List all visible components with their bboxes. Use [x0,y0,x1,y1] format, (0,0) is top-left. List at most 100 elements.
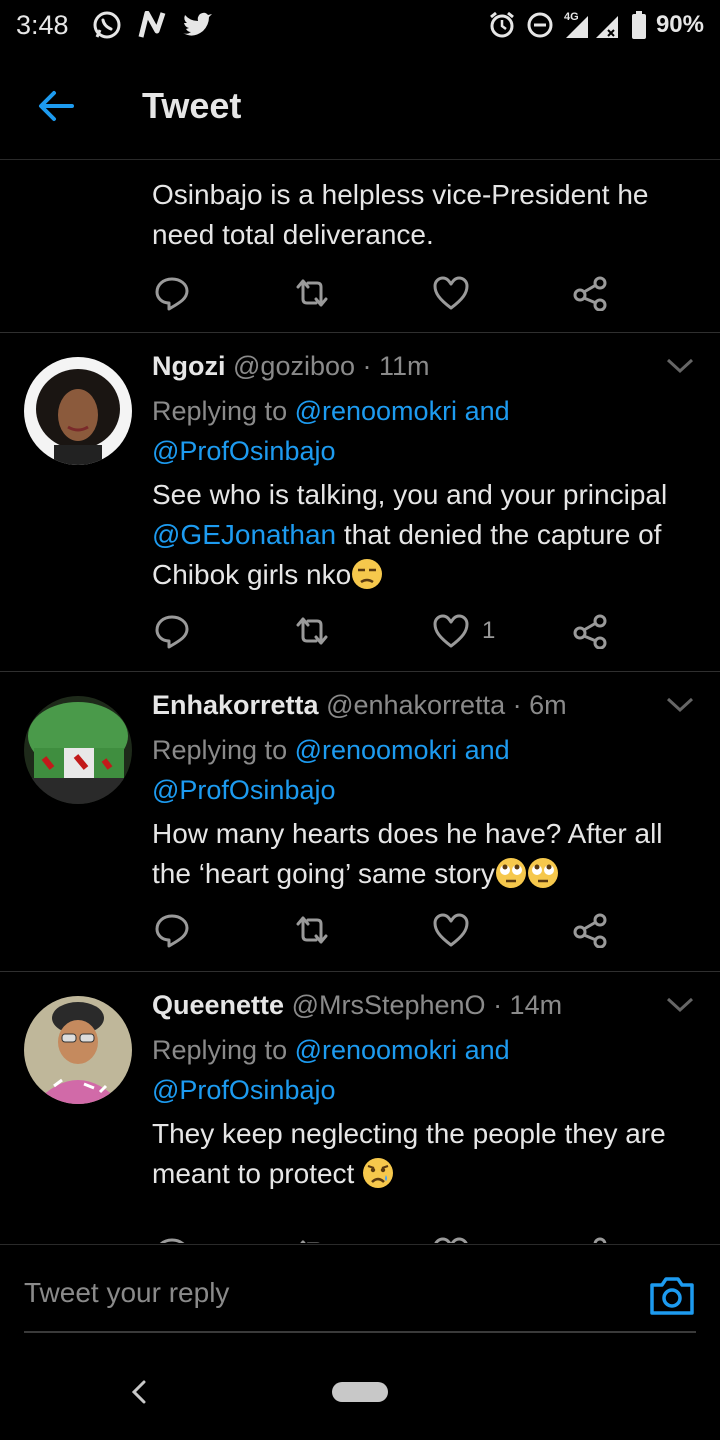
mention-link[interactable]: @GEJonathan [152,519,336,550]
mention-link[interactable]: @renoomokri [295,735,457,765]
replying-to: Replying to @renoomokri and @ProfOsinbaj… [152,735,510,805]
retweet-icon [300,1240,320,1243]
retweet-button[interactable] [292,1234,432,1243]
share-icon [573,614,607,649]
retweet-icon [296,617,328,645]
share-button[interactable] [572,912,632,948]
reply-icon [155,277,189,311]
more-options-button[interactable] [666,357,694,380]
mention-link[interactable]: @ProfOsinbajo [152,775,336,805]
camera-button[interactable] [648,1275,696,1317]
back-button[interactable] [26,76,86,136]
arrow-left-icon [39,90,74,121]
eye-roll-emoji [527,858,558,888]
share-icon [593,1237,607,1243]
reply-header: Queenette @MrsStephenO · 14m [152,990,672,1021]
nav-home-pill[interactable] [332,1382,388,1402]
user-name[interactable]: Enhakorretta [152,690,319,720]
system-nav-bar [0,1350,720,1440]
more-options-button[interactable] [666,696,694,719]
reply-tweet[interactable]: Ngozi @goziboo · 11m Replying to @renoom… [0,333,720,671]
alarm-icon [488,11,516,39]
battery-icon [631,11,646,39]
dnd-icon [526,11,554,39]
reply-button[interactable] [152,273,292,313]
reply-input[interactable]: Tweet your reply [24,1277,624,1309]
avatar[interactable] [24,357,132,465]
like-button[interactable]: 1 [432,613,572,649]
retweet-icon [296,916,328,944]
retweet-button[interactable] [292,273,432,313]
retweet-icon [296,279,328,307]
heart-icon [434,1237,468,1243]
heart-icon [433,614,469,648]
chevron-down-icon [666,997,694,1013]
app-header: Tweet [0,52,720,160]
reply-icon [155,615,189,649]
nav-back-button[interactable] [124,1374,154,1410]
tweet-actions [152,1232,632,1243]
like-count: 1 [482,617,496,644]
more-options-button[interactable] [666,996,694,1019]
tweet-text: They keep neglecting the people they are… [152,1118,666,1189]
like-button[interactable] [432,275,572,311]
share-icon [573,276,607,311]
tweet-time: · 11m [362,351,430,381]
user-handle[interactable]: @enhakorretta [326,690,505,720]
user-name[interactable]: Ngozi [152,351,226,381]
status-time: 3:48 [16,9,69,40]
status-bar: 3:48 4G 90% [0,0,720,50]
avatar[interactable] [24,996,132,1104]
retweet-button[interactable] [292,611,432,651]
like-button[interactable] [432,912,572,948]
reply-tweet[interactable]: Queenette @MrsStephenO · 14m Replying to… [0,972,720,1243]
tweet-actions [152,271,632,315]
like-button[interactable] [432,1236,572,1243]
reply-button[interactable] [152,611,292,651]
reply-composer: Tweet your reply [0,1244,720,1344]
reply-tweet[interactable]: Enhakorretta @enhakorretta · 6m Replying… [0,672,720,971]
user-handle[interactable]: @MrsStephenO [292,990,486,1020]
tweet-feed[interactable]: Osinbajo is a helpless vice-President he… [0,161,720,1243]
eye-roll-emoji [495,858,526,888]
mention-link[interactable]: @ProfOsinbajo [152,1075,336,1105]
mention-link[interactable]: @renoomokri [295,396,457,426]
reply-icon [159,1238,185,1243]
whatsapp-icon [91,9,123,41]
user-handle[interactable]: @goziboo [233,351,355,381]
retweet-button[interactable] [292,910,432,950]
share-button[interactable] [572,613,632,649]
unamused-face-emoji [352,559,383,589]
n-app-icon [137,11,167,39]
reply-header: Enhakorretta @enhakorretta · 6m [152,690,672,721]
tweet-actions [152,908,632,952]
tweet-text: How many hearts does he have? After all … [152,818,663,889]
reply-header: Ngozi @goziboo · 11m [152,351,672,382]
chevron-left-icon [131,1380,146,1404]
tweet-text: Osinbajo is a helpless vice-President he… [152,179,649,250]
chevron-down-icon [666,697,694,713]
status-system-icons: 4G 90% [488,10,704,40]
battery-percentage: 90% [655,11,704,38]
replying-to: Replying to @renoomokri and @ProfOsinbaj… [152,1035,510,1105]
tweet-text: See who is talking, you and your princip… [152,479,668,590]
mention-link[interactable]: @ProfOsinbajo [152,436,336,466]
reply-button[interactable] [152,910,292,950]
share-button[interactable] [572,275,632,311]
mention-link[interactable]: @renoomokri [295,1035,457,1065]
svg-text:4G: 4G [564,11,579,23]
avatar[interactable] [24,696,132,804]
tweet-actions: 1 [152,609,632,653]
sad-relieved-face-emoji [363,1158,394,1188]
replying-to: Replying to @renoomokri and @ProfOsinbaj… [152,396,510,466]
share-button[interactable] [572,1236,632,1243]
heart-icon [433,276,469,310]
reply-icon [155,914,189,948]
input-underline [24,1331,696,1333]
chevron-down-icon [666,358,694,374]
user-name[interactable]: Queenette [152,990,284,1020]
share-icon [573,913,607,948]
camera-icon [650,1277,694,1315]
tweet-time: · 6m [512,690,567,720]
reply-button[interactable] [152,1234,292,1243]
